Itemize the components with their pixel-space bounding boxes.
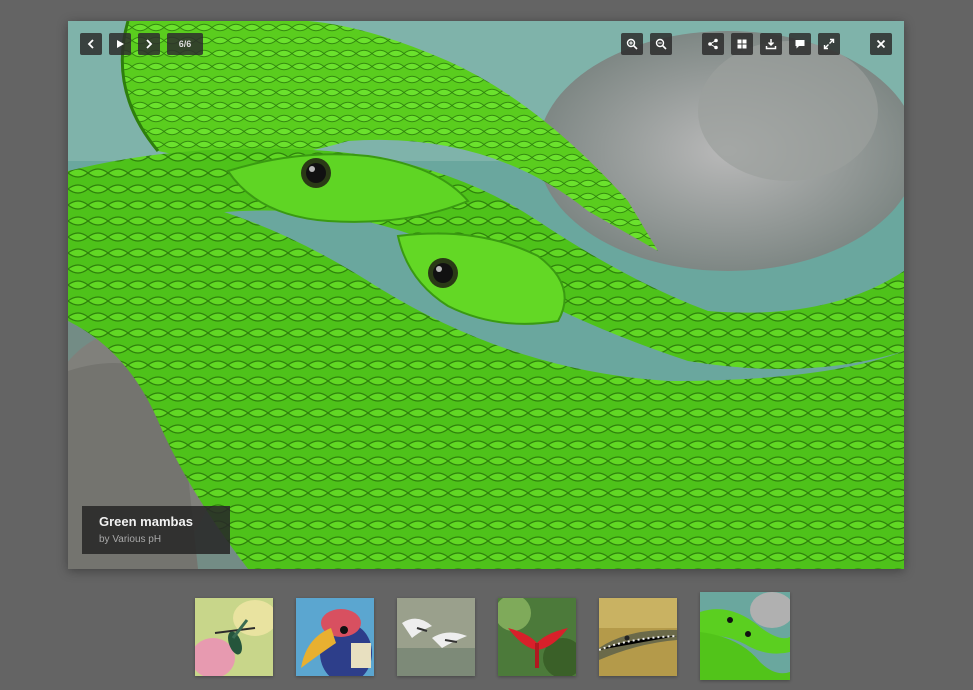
hornbill-thumbnail-image <box>296 598 374 676</box>
download-icon <box>765 39 777 50</box>
caption-author: by Various pH <box>99 534 162 545</box>
thumbnail-red-bird[interactable] <box>498 598 576 676</box>
chevron-right-icon <box>146 39 153 49</box>
share-icon <box>708 38 718 50</box>
zoom-out-button[interactable] <box>650 33 672 55</box>
thumbnails-button[interactable] <box>731 33 753 55</box>
image-caption: Green mambas by Various pH <box>82 506 230 554</box>
comments-button[interactable] <box>789 33 811 55</box>
hummingbird-thumbnail-image <box>195 598 273 676</box>
play-button[interactable] <box>109 33 131 55</box>
main-photo <box>68 21 904 569</box>
share-button[interactable] <box>702 33 724 55</box>
thumbnail-strip <box>195 592 790 680</box>
speech-bubble-icon <box>795 40 805 49</box>
thumbnail-crocodile[interactable] <box>599 598 677 676</box>
caption-title: Green mambas <box>99 514 193 529</box>
download-button[interactable] <box>760 33 782 55</box>
zoom-out-icon <box>655 38 667 50</box>
red-bird-thumbnail-image <box>498 598 576 676</box>
toolbar-left: 6/6 <box>80 33 203 55</box>
close-icon <box>876 39 886 49</box>
grid-icon <box>737 39 747 49</box>
thumbnail-green-mambas[interactable] <box>700 592 790 680</box>
expand-icon <box>823 38 835 50</box>
fullscreen-button[interactable] <box>818 33 840 55</box>
chevron-left-icon <box>87 39 94 49</box>
toolbar-right <box>621 33 892 55</box>
image-counter: 6/6 <box>167 33 203 55</box>
thumbnail-hummingbird[interactable] <box>195 598 273 676</box>
birds-in-flight-thumbnail-image <box>397 598 475 676</box>
crocodile-thumbnail-image <box>599 598 677 676</box>
zoom-in-button[interactable] <box>621 33 643 55</box>
zoom-in-icon <box>626 38 638 50</box>
image-viewer: 6/6 Green mambas by Various pH <box>68 21 904 569</box>
thumbnail-birds-in-flight[interactable] <box>397 598 475 676</box>
next-button[interactable] <box>138 33 160 55</box>
play-icon <box>117 40 124 48</box>
close-button[interactable] <box>870 33 892 55</box>
green-mambas-thumbnail-image <box>700 592 790 680</box>
thumbnail-hornbill[interactable] <box>296 598 374 676</box>
prev-button[interactable] <box>80 33 102 55</box>
